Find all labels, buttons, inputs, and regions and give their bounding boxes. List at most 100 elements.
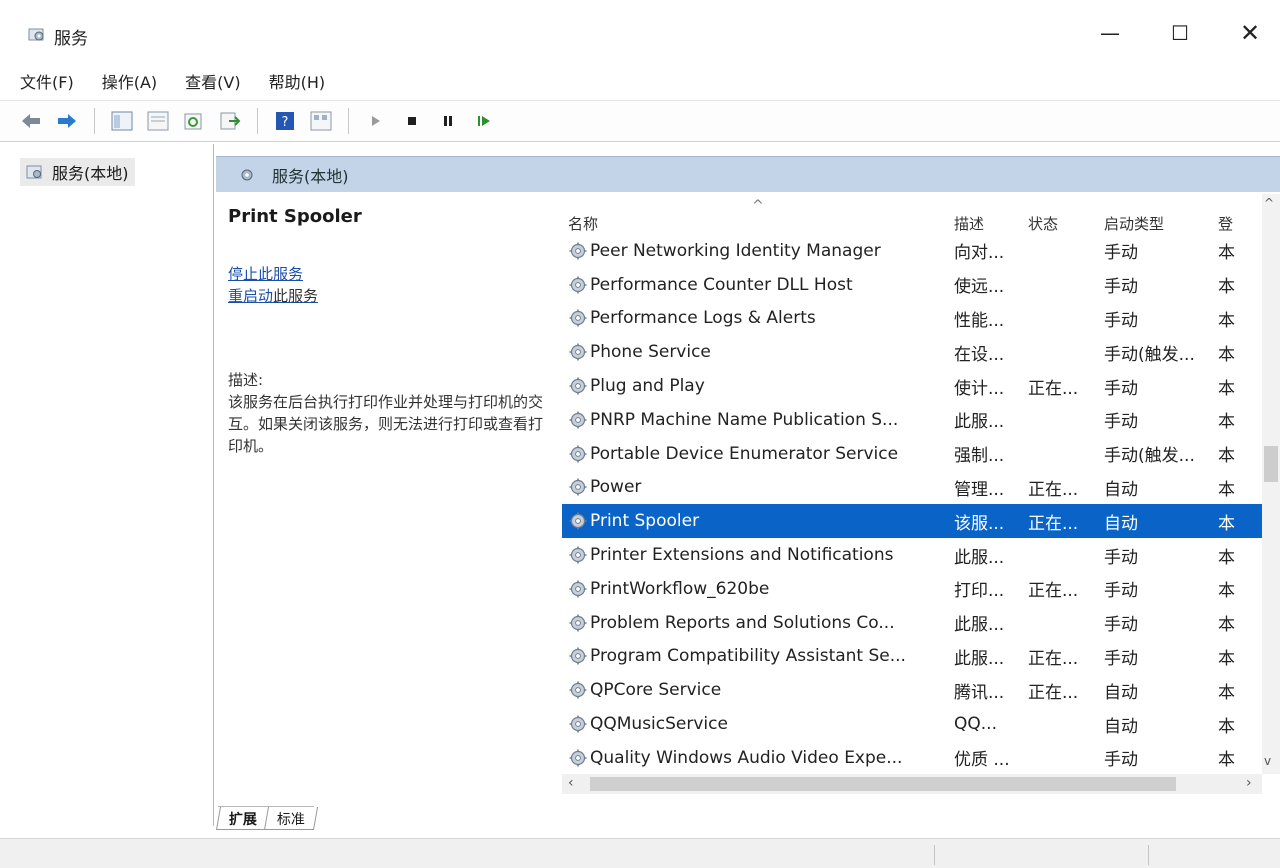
tree-node-services-local[interactable]: 服务(本地) <box>20 158 135 186</box>
service-row[interactable]: Plug and Play 使计... 正在... 手动 本 <box>562 369 1262 403</box>
service-row[interactable]: Problem Reports and Solutions Co... 此服...… <box>562 606 1262 640</box>
service-name-cell: Printer Extensions and Notifications <box>562 545 954 565</box>
service-name: Quality Windows Audio Video Expe... <box>590 747 903 768</box>
service-logon-cell: 本 <box>1218 648 1235 669</box>
tab-standard[interactable]: 标准 <box>263 807 319 830</box>
scroll-left-arrow[interactable]: ‹ <box>568 775 574 791</box>
service-status-cell: 正在... <box>1028 682 1079 703</box>
service-name: QPCore Service <box>590 680 722 701</box>
service-name-cell: Program Compatibility Assistant Se... <box>562 646 954 666</box>
service-name-cell: QPCore Service <box>562 680 954 700</box>
toolbar: ? <box>0 100 1280 142</box>
refresh-icon[interactable] <box>181 108 207 134</box>
view-icon[interactable] <box>308 108 334 134</box>
scroll-right-arrow[interactable]: › <box>1246 775 1252 791</box>
menu-file[interactable]: 文件(F) <box>20 69 74 93</box>
service-gear-icon <box>569 614 587 632</box>
help-icon[interactable]: ? <box>272 108 298 134</box>
services-node-icon <box>26 165 42 179</box>
service-description-cell: 此服... <box>954 547 1005 568</box>
service-name: Peer Networking Identity Manager <box>590 240 881 261</box>
service-gear-icon <box>569 343 587 361</box>
service-name-cell: PNRP Machine Name Publication S... <box>562 410 954 430</box>
service-name: PrintWorkflow_620be <box>590 578 770 599</box>
maximize-button[interactable]: ☐ <box>1160 18 1200 48</box>
pause-service-icon[interactable] <box>435 108 461 134</box>
pane-header: 服务(本地) <box>216 156 1280 192</box>
close-button[interactable]: ✕ <box>1230 18 1270 48</box>
service-row[interactable]: Phone Service 在设... 手动(触发... 本 <box>562 335 1262 369</box>
service-name: PNRP Machine Name Publication S... <box>590 409 899 430</box>
service-gear-icon <box>569 309 587 327</box>
service-name: Performance Logs & Alerts <box>590 308 816 329</box>
service-startup-type-cell: 自动 <box>1104 716 1138 737</box>
start-service-icon[interactable] <box>363 108 389 134</box>
column-header-startup-type[interactable]: 启动类型 <box>1088 213 1202 234</box>
service-row[interactable]: PrintWorkflow_620be 打印... 正在... 手动 本 <box>562 572 1262 606</box>
service-row[interactable]: Print Spooler 该服... 正在... 自动 本 <box>562 504 1262 539</box>
forward-arrow-icon[interactable] <box>54 108 80 134</box>
service-status-cell: 正在... <box>1028 581 1079 602</box>
service-startup-type-cell: 手动 <box>1104 615 1138 636</box>
vertical-scroll-thumb[interactable] <box>1264 446 1278 482</box>
vertical-scrollbar[interactable]: ^ v <box>1262 194 1280 774</box>
tab-extended[interactable]: 扩展 <box>215 807 271 830</box>
service-description-cell: 强制... <box>954 446 1005 467</box>
service-row[interactable]: QQMusicService QQ... 自动 本 <box>562 707 1262 741</box>
restart-service-icon[interactable] <box>471 108 497 134</box>
properties-icon[interactable] <box>145 108 171 134</box>
service-logon-cell: 本 <box>1218 513 1235 534</box>
service-gear-icon <box>569 647 587 665</box>
service-name-cell: Peer Networking Identity Manager <box>562 241 954 261</box>
service-row[interactable]: Quality Windows Audio Video Expe... 优质 ..… <box>562 741 1262 775</box>
service-gear-icon <box>569 749 587 767</box>
service-name: Plug and Play <box>590 376 705 397</box>
stop-service-link[interactable]: 停止此服务 <box>228 263 548 285</box>
service-row[interactable]: Performance Counter DLL Host 使远... 手动 本 <box>562 268 1262 302</box>
minimize-button[interactable]: — <box>1090 18 1130 48</box>
toolbar-separator <box>257 108 258 134</box>
export-icon[interactable] <box>217 108 243 134</box>
service-logon-cell: 本 <box>1218 277 1235 298</box>
horizontal-scrollbar[interactable]: ‹ › <box>562 774 1262 794</box>
service-startup-type-cell: 手动 <box>1104 378 1138 399</box>
menu-view[interactable]: 查看(V) <box>185 69 240 93</box>
menu-help[interactable]: 帮助(H) <box>269 69 326 93</box>
scroll-down-arrow[interactable]: v <box>1264 754 1271 768</box>
service-startup-type-cell: 手动 <box>1104 648 1138 669</box>
service-startup-type-cell: 手动 <box>1104 750 1138 771</box>
show-hide-tree-icon[interactable] <box>109 108 135 134</box>
service-logon-cell: 本 <box>1218 682 1235 703</box>
service-logon-cell: 本 <box>1218 344 1235 365</box>
restart-service-link[interactable]: 重启动此服务 <box>228 285 548 307</box>
services-gear-icon <box>28 28 44 41</box>
service-status-cell: 正在... <box>1028 378 1079 399</box>
column-header-description[interactable]: 描述 <box>954 213 1008 234</box>
menu-action[interactable]: 操作(A) <box>102 69 157 93</box>
service-gear-icon <box>569 377 587 395</box>
service-row[interactable]: Power 管理... 正在... 自动 本 <box>562 471 1262 505</box>
column-header-status[interactable]: 状态 <box>1008 213 1088 234</box>
scroll-up-arrow[interactable]: ^ <box>1264 196 1274 210</box>
status-divider <box>934 845 935 865</box>
service-row[interactable]: Portable Device Enumerator Service 强制... 手… <box>562 437 1262 471</box>
service-row[interactable]: PNRP Machine Name Publication S... 此服... 手… <box>562 403 1262 437</box>
service-row[interactable]: QPCore Service 腾讯... 正在... 自动 本 <box>562 673 1262 707</box>
service-row[interactable]: Performance Logs & Alerts 性能... 手动 本 <box>562 302 1262 336</box>
title-bar: 服务 — ☐ ✕ <box>0 0 1280 64</box>
back-arrow-icon[interactable] <box>18 108 44 134</box>
service-description-cell: 优质 ... <box>954 750 1008 771</box>
service-row[interactable]: Peer Networking Identity Manager 向对... 手动 本 <box>562 234 1262 268</box>
service-description-cell: 使计... <box>954 378 1005 399</box>
service-logon-cell: 本 <box>1218 547 1235 568</box>
service-row[interactable]: Printer Extensions and Notifications 此服..… <box>562 538 1262 572</box>
service-gear-icon <box>569 512 587 530</box>
column-header-name[interactable]: 名称 <box>562 213 954 234</box>
service-row[interactable]: Program Compatibility Assistant Se... 此服.… <box>562 640 1262 674</box>
status-divider <box>1148 845 1149 865</box>
description-label: 描述: <box>228 371 264 389</box>
stop-service-icon[interactable] <box>399 108 425 134</box>
service-logon-cell: 本 <box>1218 615 1235 636</box>
column-header-log-on-as[interactable]: 登 <box>1202 213 1236 234</box>
horizontal-scroll-thumb[interactable] <box>590 777 1176 791</box>
